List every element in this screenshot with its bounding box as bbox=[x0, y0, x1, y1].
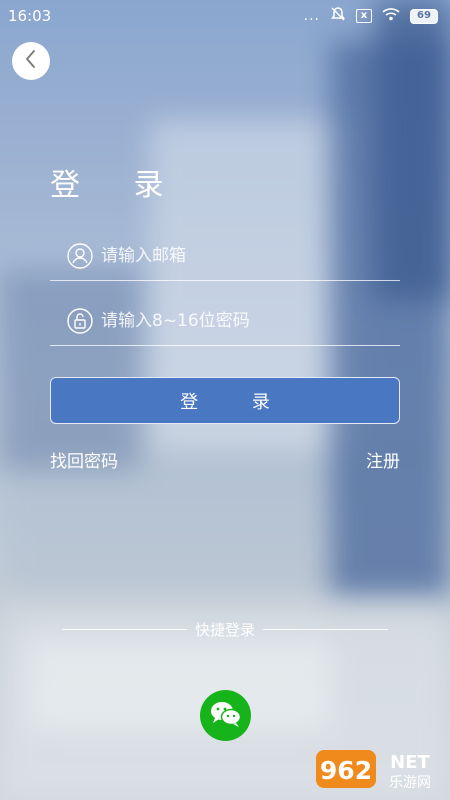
chevron-left-icon bbox=[23, 49, 39, 73]
battery-icon: 69 bbox=[410, 8, 438, 24]
watermark-sub: 乐游网 bbox=[389, 775, 431, 791]
watermark-suffix: NET bbox=[390, 752, 430, 773]
wechat-icon bbox=[209, 699, 243, 733]
background-sofa bbox=[30, 640, 330, 730]
page-title: 登 录 bbox=[50, 168, 186, 203]
status-time: 16:03 bbox=[8, 7, 52, 25]
no-sim-icon: x bbox=[356, 9, 372, 23]
quick-login-label: 快捷登录 bbox=[195, 621, 256, 639]
status-icons: ... x 69 bbox=[304, 6, 438, 26]
password-input[interactable] bbox=[101, 310, 391, 331]
site-watermark-logo: 962 NET 乐游网 bbox=[314, 746, 444, 792]
email-input[interactable] bbox=[101, 245, 391, 266]
wifi-icon bbox=[382, 7, 400, 25]
email-field[interactable] bbox=[50, 231, 400, 281]
back-button[interactable] bbox=[12, 42, 50, 80]
divider-line-left bbox=[62, 629, 187, 630]
divider-line-right bbox=[263, 629, 389, 630]
login-button[interactable]: 登 录 bbox=[50, 377, 400, 424]
alarm-muted-icon bbox=[330, 6, 346, 26]
password-field[interactable] bbox=[50, 296, 400, 346]
status-bar: 16:03 ... x 69 bbox=[0, 0, 450, 32]
quick-login-divider: 快捷登录 bbox=[62, 619, 389, 640]
lock-icon bbox=[67, 307, 93, 334]
watermark-number: 962 bbox=[320, 756, 372, 785]
forgot-password-link[interactable]: 找回密码 bbox=[50, 447, 118, 472]
wechat-login-button[interactable] bbox=[200, 690, 251, 741]
more-notifications-icon: ... bbox=[303, 8, 320, 24]
register-link[interactable]: 注册 bbox=[366, 447, 400, 472]
user-icon bbox=[67, 242, 93, 269]
